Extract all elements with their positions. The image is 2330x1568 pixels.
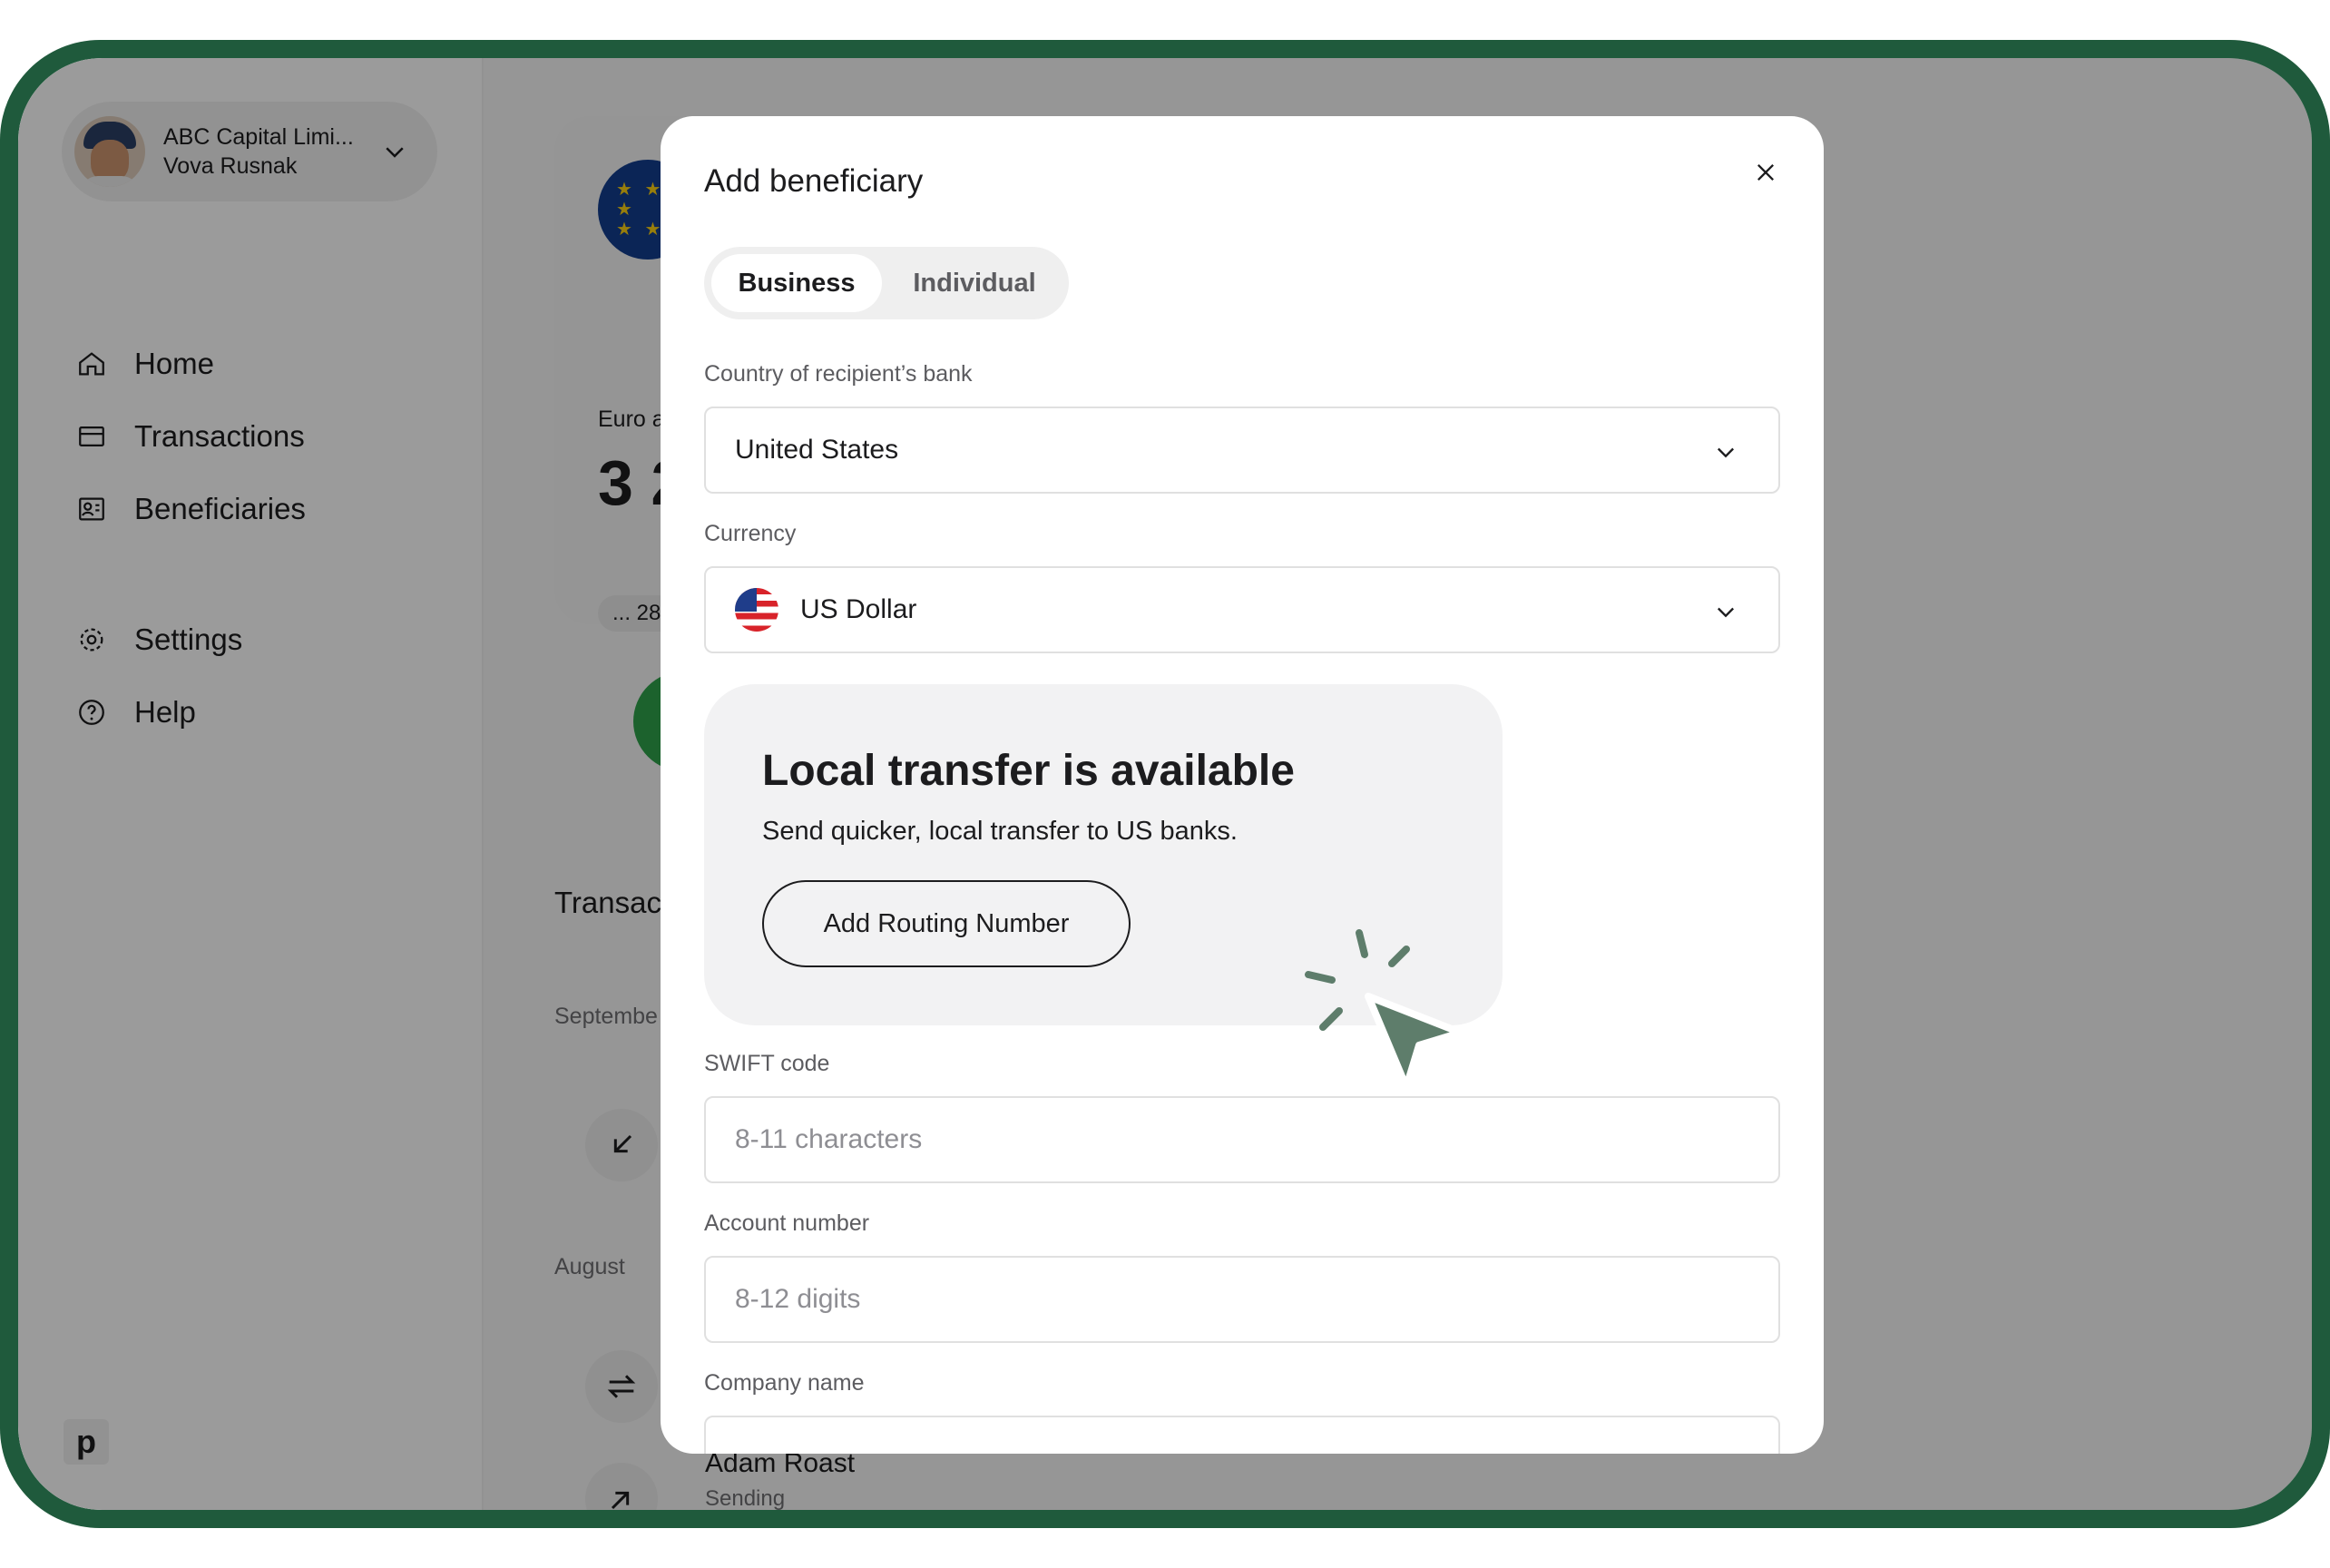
tab-individual[interactable]: Individual [886,254,1063,312]
swift-label: SWIFT code [704,1051,830,1076]
device-frame: ABC Capital Limi... Vova Rusnak Home Tra… [0,40,2330,1528]
add-routing-number-button[interactable]: Add Routing Number [762,880,1131,967]
account-number-label: Account number [704,1210,870,1236]
tab-business[interactable]: Business [711,254,882,312]
account-number-placeholder: 8-12 digits [735,1284,861,1314]
add-beneficiary-modal: Add beneficiary Business Individual Coun… [661,116,1824,1454]
close-button[interactable] [1744,151,1787,194]
swift-input[interactable]: 8-11 characters [704,1096,1780,1183]
swift-placeholder: 8-11 characters [735,1124,923,1154]
chevron-down-icon [1718,607,1734,618]
currency-select[interactable]: US Dollar [704,566,1780,653]
currency-value: US Dollar [800,594,917,624]
cursor-click-icon [1305,929,1464,1091]
country-value: United States [735,435,899,465]
company-name-label: Company name [704,1370,865,1396]
promo-text: Send quicker, local transfer to US banks… [762,817,1238,846]
modal-title: Add beneficiary [704,163,924,199]
app-screen: ABC Capital Limi... Vova Rusnak Home Tra… [18,58,2312,1510]
company-name-input[interactable] [704,1416,1780,1454]
chevron-down-icon [1718,447,1734,458]
beneficiary-type-toggle: Business Individual [704,247,1069,319]
close-icon [1757,164,1774,181]
country-label: Country of recipient’s bank [704,361,973,387]
promo-title: Local transfer is available [762,747,1295,795]
currency-label: Currency [704,521,797,546]
account-number-input[interactable]: 8-12 digits [704,1256,1780,1343]
country-select[interactable]: United States [704,407,1780,494]
us-flag-icon [735,588,778,632]
